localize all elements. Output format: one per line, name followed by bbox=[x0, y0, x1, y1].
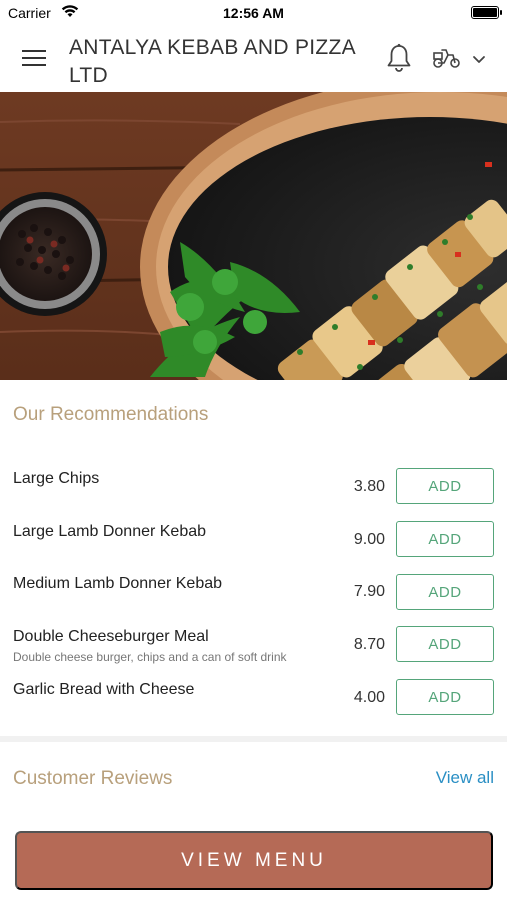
add-button[interactable]: ADD bbox=[396, 521, 494, 557]
item-price: 8.70 bbox=[353, 636, 385, 653]
list-item: Large Lamb Donner Kebab 9.00 ADD bbox=[0, 521, 507, 575]
item-description: Double cheese burger, chips and a can of… bbox=[13, 650, 287, 664]
battery-icon bbox=[471, 6, 502, 19]
item-name: Double Cheeseburger Meal bbox=[13, 628, 209, 645]
add-button[interactable]: ADD bbox=[396, 626, 494, 662]
item-price: 9.00 bbox=[353, 531, 385, 548]
status-bar: Carrier 12:56 AM bbox=[0, 0, 507, 26]
menu-icon[interactable] bbox=[22, 48, 48, 68]
item-name: Garlic Bread with Cheese bbox=[13, 681, 195, 698]
add-button[interactable]: ADD bbox=[396, 679, 494, 715]
list-item: Large Chips 3.80 ADD bbox=[0, 468, 507, 522]
app-header: ANTALYA KEBAB AND PIZZA LTD bbox=[0, 26, 507, 92]
view-all-link[interactable]: View all bbox=[436, 768, 494, 788]
list-item: Double Cheeseburger Meal Double cheese b… bbox=[0, 626, 507, 680]
item-price: 7.90 bbox=[353, 583, 385, 600]
list-item: Medium Lamb Donner Kebab 7.90 ADD bbox=[0, 574, 507, 627]
item-price: 4.00 bbox=[353, 689, 385, 706]
item-name: Medium Lamb Donner Kebab bbox=[13, 575, 223, 592]
add-button[interactable]: ADD bbox=[396, 574, 494, 610]
item-price: 3.80 bbox=[353, 478, 385, 495]
chevron-down-icon[interactable] bbox=[472, 52, 486, 70]
reviews-title: Customer Reviews bbox=[13, 768, 173, 789]
section-divider bbox=[0, 736, 507, 742]
delivery-scooter-icon[interactable] bbox=[431, 46, 463, 75]
bell-icon[interactable] bbox=[385, 43, 413, 78]
add-button[interactable]: ADD bbox=[396, 468, 494, 504]
status-time: 12:56 AM bbox=[223, 5, 284, 21]
item-name: Large Chips bbox=[13, 470, 100, 487]
list-item: Garlic Bread with Cheese 4.00 ADD bbox=[0, 679, 507, 733]
view-menu-button[interactable]: VIEW MENU bbox=[15, 831, 493, 890]
recommendations-title: Our Recommendations bbox=[13, 404, 209, 425]
item-name: Large Lamb Donner Kebab bbox=[13, 523, 207, 540]
store-name: ANTALYA KEBAB AND PIZZA LTD bbox=[69, 36, 355, 87]
hero-image bbox=[0, 92, 507, 380]
